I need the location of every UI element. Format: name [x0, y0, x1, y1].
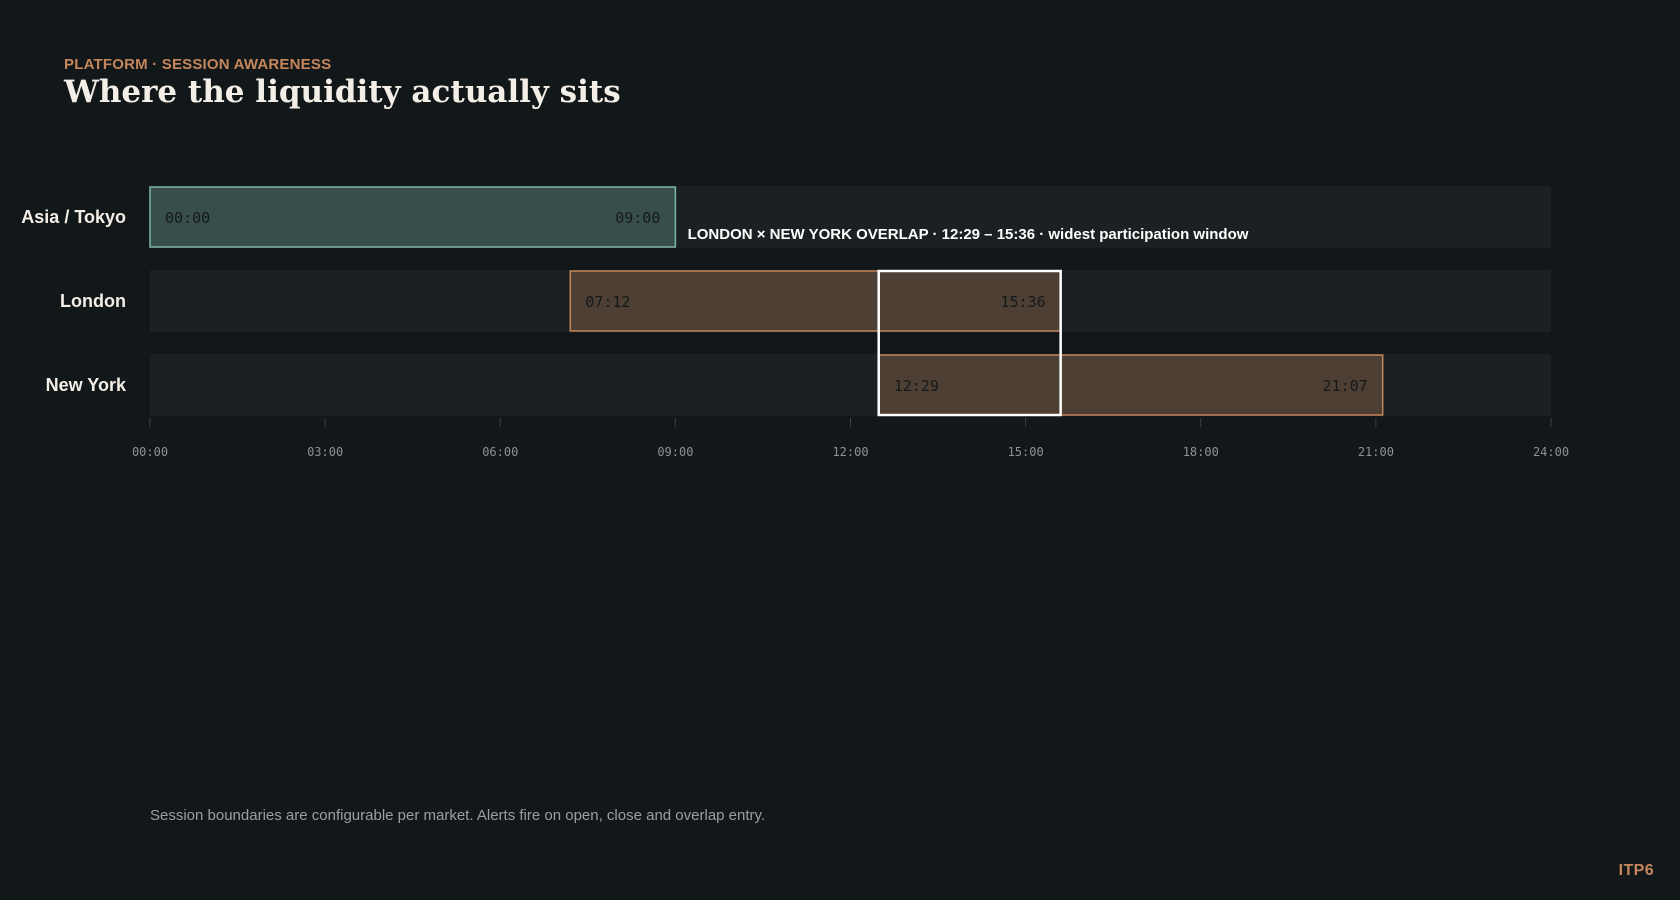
session-end-label: 21:07 — [1323, 377, 1368, 395]
row-label: London — [60, 291, 126, 311]
session-slide: PLATFORM · SESSION AWARENESS Where the l… — [0, 0, 1680, 900]
session-end-label: 09:00 — [615, 209, 660, 227]
session-start-label: 12:29 — [894, 377, 939, 395]
session-start-label: 00:00 — [165, 209, 210, 227]
x-tick-label: 12:00 — [832, 445, 868, 459]
session-bar[interactable] — [149, 186, 677, 248]
footnote: Session boundaries are configurable per … — [150, 807, 766, 824]
session-bar[interactable] — [569, 270, 1062, 332]
overlap-label: LONDON × NEW YORK OVERLAP · 12:29 – 15:3… — [688, 226, 1249, 243]
x-tick-label: 18:00 — [1183, 445, 1219, 459]
x-tick-label: 21:00 — [1358, 445, 1394, 459]
x-tick-label: 00:00 — [132, 445, 168, 459]
x-tick-label: 24:00 — [1533, 445, 1569, 459]
row-label: Asia / Tokyo — [21, 207, 126, 227]
session-timeline-chart: Asia / Tokyo London New York 00:00 09:00 07:1… — [21, 186, 1569, 459]
brand-logo: ITP6 — [1618, 862, 1654, 879]
x-tick-label: 03:00 — [307, 445, 343, 459]
session-end-label: 15:36 — [1000, 293, 1045, 311]
x-tick-label: 09:00 — [657, 445, 693, 459]
session-start-label: 07:12 — [585, 293, 630, 311]
x-tick-label: 06:00 — [482, 445, 518, 459]
row-label: New York — [46, 375, 127, 395]
x-tick-label: 15:00 — [1008, 445, 1044, 459]
session-bar[interactable] — [877, 354, 1384, 416]
